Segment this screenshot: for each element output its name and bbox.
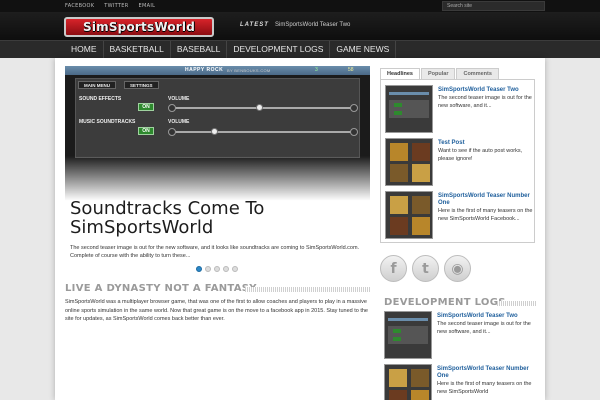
section-title: LIVE A DYNASTY NOT A FANTASY xyxy=(65,283,257,294)
music-volume-label: VOLUME xyxy=(168,119,190,125)
twitter-icon[interactable]: t xyxy=(412,255,439,282)
list-item: SimSportsWorld Teaser Two The second tea… xyxy=(384,311,536,363)
sound-effects-toggle: ON xyxy=(138,103,154,111)
slide-excerpt: The second teaser image is out for the n… xyxy=(70,245,360,259)
latest-label: LATEST xyxy=(240,22,269,28)
dev-log-desc: Here is the first of many teasers on the… xyxy=(437,381,532,395)
game-byline: BY BENBOUKS.COM xyxy=(227,68,271,73)
headline-title[interactable]: Test Post xyxy=(438,140,533,147)
list-item: Test Post Want to see if the auto post w… xyxy=(385,138,533,188)
music-volume-knob xyxy=(211,128,218,135)
headlines-panel: SimSportsWorld Teaser Two The second tea… xyxy=(380,79,535,243)
tab-comments[interactable]: Comments xyxy=(456,68,499,79)
nav-development-logs[interactable]: DEVELOPMENT LOGS xyxy=(227,41,331,59)
slide-pager xyxy=(196,266,238,272)
sound-volume-min xyxy=(168,104,176,112)
section-divider xyxy=(245,287,370,292)
nav-baseball[interactable]: BASEBALL xyxy=(171,41,228,59)
music-toggle: ON xyxy=(138,127,154,135)
rss-icon[interactable]: ◉ xyxy=(444,255,471,282)
list-item: SimSportsWorld Teaser Two The second tea… xyxy=(385,85,533,135)
top-links: FACEBOOK TWITTER EMAIL xyxy=(65,0,155,12)
main-menu-button: MAIN MENU xyxy=(78,81,116,89)
game-settings-panel: MAIN MENU SETTINGS SOUND EFFECTS ON VOLU… xyxy=(75,78,360,158)
sound-volume-knob xyxy=(256,104,263,111)
post-thumbnail[interactable] xyxy=(384,364,432,400)
list-item: SimSportsWorld Teaser Number One Here is… xyxy=(385,191,533,241)
nav-game-news[interactable]: GAME NEWS xyxy=(330,41,397,59)
headline-title[interactable]: SimSportsWorld Teaser Number One xyxy=(438,193,533,207)
post-thumbnail[interactable] xyxy=(385,85,433,133)
tab-popular[interactable]: Popular xyxy=(420,68,456,79)
latest-post-link[interactable]: SimSportsWorld Teaser Two xyxy=(275,22,350,28)
slide-dot-4[interactable] xyxy=(223,266,229,272)
music-soundtracks-label: MUSIC SOUNDTRACKS xyxy=(79,119,136,125)
email-link[interactable]: EMAIL xyxy=(139,3,156,9)
sound-volume-track xyxy=(171,107,357,109)
twitter-link[interactable]: TWITTER xyxy=(104,3,128,9)
section-text: SimSportsWorld was a multiplayer browser… xyxy=(65,299,368,322)
featured-slide-image[interactable]: HAPPY ROCK BY BENBOUKS.COM 3 58 MAIN MEN… xyxy=(65,66,370,220)
headline-desc: Here is the first of many teasers on the… xyxy=(438,208,533,222)
nav-basketball[interactable]: BASKETBALL xyxy=(104,41,171,59)
nav-home[interactable]: HOME xyxy=(65,41,104,59)
music-volume-min xyxy=(168,128,176,136)
search-input[interactable]: Search site xyxy=(442,1,545,11)
facebook-link[interactable]: FACEBOOK xyxy=(65,3,94,9)
dev-log-desc: The second teaser image is out for the n… xyxy=(437,321,531,335)
headline-desc: The second teaser image is out for the n… xyxy=(438,95,532,109)
post-thumbnail[interactable] xyxy=(385,191,433,239)
music-volume-track xyxy=(171,131,357,133)
game-stat-a: 3 xyxy=(315,67,318,73)
music-volume-max xyxy=(350,128,358,136)
top-bar: FACEBOOK TWITTER EMAIL Search site xyxy=(0,0,600,12)
post-thumbnail[interactable] xyxy=(385,138,433,186)
game-header-bar: HAPPY ROCK BY BENBOUKS.COM 3 58 xyxy=(65,66,370,75)
dev-log-title[interactable]: SimSportsWorld Teaser Number One xyxy=(437,366,532,380)
tab-headlines[interactable]: Headlines xyxy=(380,68,420,79)
list-item: SimSportsWorld Teaser Number One Here is… xyxy=(384,364,536,400)
site-header: SimSportsWorld LATEST SimSportsWorld Tea… xyxy=(0,12,600,40)
sound-effects-label: SOUND EFFECTS xyxy=(79,96,122,102)
dev-logs-title: DEVELOPMENT LOGS xyxy=(384,297,506,308)
site-logo[interactable]: SimSportsWorld xyxy=(64,17,214,37)
sidebar-tabs: Headlines Popular Comments xyxy=(380,68,499,79)
sound-volume-label: VOLUME xyxy=(168,96,190,102)
headline-desc: Want to see if the auto post works, plea… xyxy=(438,148,523,162)
slide-dot-2[interactable] xyxy=(205,266,211,272)
slide-dot-5[interactable] xyxy=(232,266,238,272)
dev-logs-divider xyxy=(497,301,537,306)
slide-title[interactable]: Soundtracks Come To SimSportsWorld xyxy=(70,199,370,237)
facebook-icon[interactable]: f xyxy=(380,255,407,282)
social-icons: f t ◉ xyxy=(380,255,471,282)
headline-title[interactable]: SimSportsWorld Teaser Two xyxy=(438,87,533,94)
slide-dot-3[interactable] xyxy=(214,266,220,272)
main-nav: HOME BASKETBALL BASEBALL DEVELOPMENT LOG… xyxy=(0,40,600,59)
sound-volume-max xyxy=(350,104,358,112)
logo-text: SimSportsWorld xyxy=(82,20,195,34)
dev-log-title[interactable]: SimSportsWorld Teaser Two xyxy=(437,313,532,320)
slide-dot-1[interactable] xyxy=(196,266,202,272)
game-stat-b: 58 xyxy=(348,67,354,73)
game-title: HAPPY ROCK xyxy=(185,67,224,73)
settings-button: SETTINGS xyxy=(124,81,159,89)
post-thumbnail[interactable] xyxy=(384,311,432,359)
